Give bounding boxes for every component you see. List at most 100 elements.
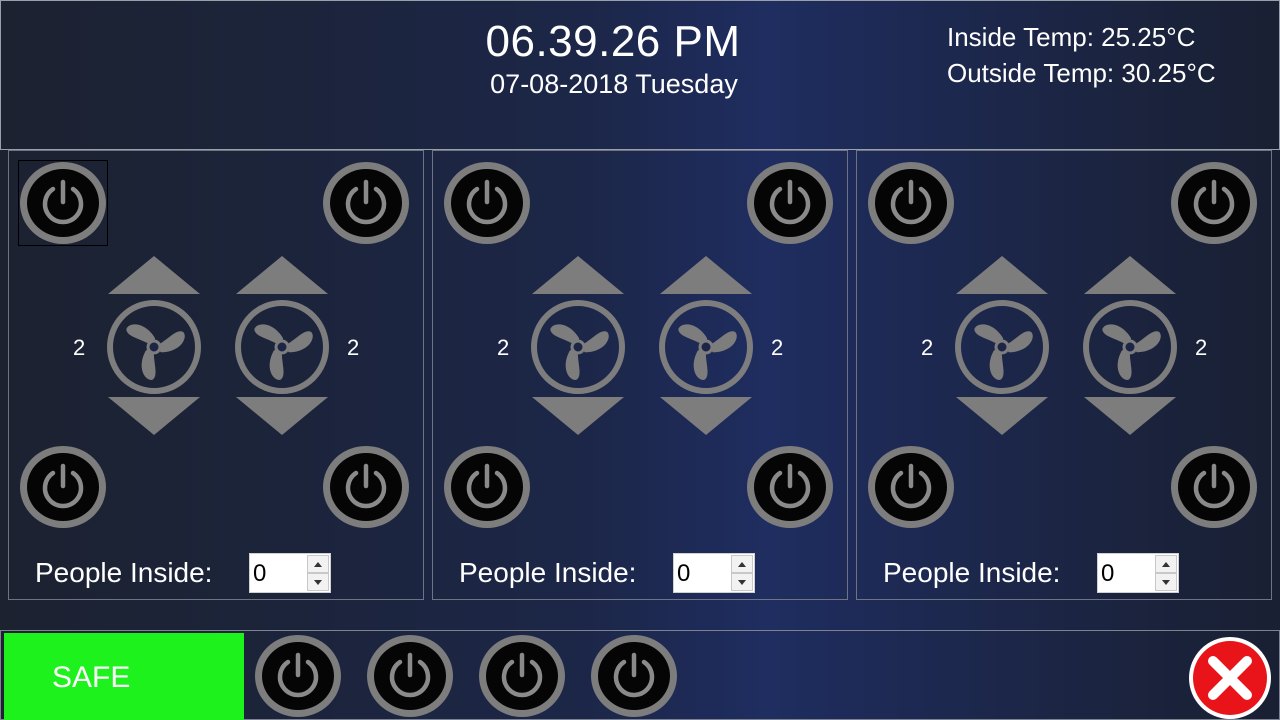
power-button-top-left[interactable] bbox=[18, 160, 108, 246]
power-icon bbox=[255, 635, 341, 717]
power-button-bottom-right[interactable] bbox=[746, 445, 834, 529]
power-icon bbox=[444, 162, 530, 244]
power-icon bbox=[20, 446, 106, 528]
power-button-bottom-left[interactable] bbox=[867, 445, 955, 529]
footer-bar: SAFE bbox=[0, 630, 1280, 720]
fan-left-decrease-button[interactable] bbox=[108, 397, 200, 435]
people-inside-spinbox[interactable]: 0 bbox=[249, 553, 331, 593]
fan-left bbox=[106, 299, 202, 395]
spin-up-button[interactable] bbox=[731, 555, 753, 573]
fan-left bbox=[530, 299, 626, 395]
power-button-bottom-left[interactable] bbox=[443, 445, 531, 529]
power-icon bbox=[479, 635, 565, 717]
power-button-top-left[interactable] bbox=[443, 161, 531, 245]
power-icon bbox=[323, 162, 409, 244]
spin-down-button[interactable] bbox=[1155, 573, 1177, 591]
outside-temp: Outside Temp: 30.25°C bbox=[947, 58, 1216, 88]
fan-right-increase-button[interactable] bbox=[660, 256, 752, 294]
temperature-readout: Inside Temp: 25.25°C Outside Temp: 30.25… bbox=[947, 19, 1216, 91]
footer-power-button-1[interactable] bbox=[254, 634, 342, 718]
power-button-top-right[interactable] bbox=[1170, 161, 1258, 245]
room-panel-3: 2 2 People Inside: 0 bbox=[856, 150, 1272, 600]
power-button-bottom-left[interactable] bbox=[19, 445, 107, 529]
fan-right-decrease-button[interactable] bbox=[660, 397, 752, 435]
triangle-up-icon bbox=[532, 256, 624, 294]
status-label: SAFE bbox=[52, 661, 131, 694]
power-button-top-right[interactable] bbox=[746, 161, 834, 245]
close-button[interactable] bbox=[1187, 635, 1273, 720]
fan-left bbox=[954, 299, 1050, 395]
people-inside-spinbox[interactable]: 0 bbox=[1097, 553, 1179, 593]
people-inside-label: People Inside: bbox=[459, 557, 637, 588]
fan-left-decrease-button[interactable] bbox=[532, 397, 624, 435]
triangle-down-icon bbox=[660, 397, 752, 435]
people-inside-value[interactable]: 0 bbox=[253, 560, 266, 588]
spin-down-button[interactable] bbox=[307, 573, 329, 591]
fan-left-speed: 2 bbox=[921, 335, 934, 360]
fan-right-decrease-button[interactable] bbox=[1084, 397, 1176, 435]
people-inside-value[interactable]: 0 bbox=[677, 560, 690, 588]
inside-temp: Inside Temp: 25.25°C bbox=[947, 22, 1196, 52]
fan-left-speed: 2 bbox=[73, 335, 86, 360]
fan-right-speed: 2 bbox=[771, 335, 784, 360]
spin-up-button[interactable] bbox=[307, 555, 329, 573]
people-inside-label: People Inside: bbox=[883, 557, 1061, 588]
power-icon bbox=[747, 446, 833, 528]
power-icon bbox=[591, 635, 677, 717]
spin-down-button[interactable] bbox=[731, 573, 753, 591]
fan-icon bbox=[659, 300, 753, 394]
safe-status-indicator: SAFE bbox=[4, 633, 244, 720]
triangle-up-icon bbox=[1084, 256, 1176, 294]
power-icon bbox=[868, 162, 954, 244]
fan-right-decrease-button[interactable] bbox=[236, 397, 328, 435]
fan-icon bbox=[235, 300, 329, 394]
spin-buttons bbox=[307, 555, 329, 591]
footer-power-button-3[interactable] bbox=[478, 634, 566, 718]
fan-icon bbox=[107, 300, 201, 394]
footer-power-button-2[interactable] bbox=[366, 634, 454, 718]
power-button-top-left[interactable] bbox=[867, 161, 955, 245]
power-icon bbox=[747, 162, 833, 244]
power-button-top-right[interactable] bbox=[322, 161, 410, 245]
power-icon bbox=[1171, 446, 1257, 528]
spin-buttons bbox=[731, 555, 753, 591]
fan-right-increase-button[interactable] bbox=[1084, 256, 1176, 294]
power-icon bbox=[20, 162, 106, 244]
power-button-bottom-right[interactable] bbox=[1170, 445, 1258, 529]
room-panel-2: 2 2 People Inside: 0 bbox=[432, 150, 848, 600]
triangle-down-icon bbox=[1084, 397, 1176, 435]
triangle-up-icon bbox=[660, 256, 752, 294]
power-icon bbox=[1171, 162, 1257, 244]
fan-right bbox=[234, 299, 330, 395]
power-icon bbox=[444, 446, 530, 528]
triangle-down-icon bbox=[532, 397, 624, 435]
power-button-bottom-right[interactable] bbox=[322, 445, 410, 529]
spin-buttons bbox=[1155, 555, 1177, 591]
fan-left-decrease-button[interactable] bbox=[956, 397, 1048, 435]
people-inside-label: People Inside: bbox=[35, 557, 213, 588]
triangle-down-icon bbox=[108, 397, 200, 435]
fan-icon bbox=[955, 300, 1049, 394]
fan-left-increase-button[interactable] bbox=[956, 256, 1048, 294]
power-icon bbox=[323, 446, 409, 528]
triangle-up-icon bbox=[236, 256, 328, 294]
triangle-down-icon bbox=[236, 397, 328, 435]
fan-right-increase-button[interactable] bbox=[236, 256, 328, 294]
footer-power-button-4[interactable] bbox=[590, 634, 678, 718]
triangle-up-icon bbox=[108, 256, 200, 294]
fan-left-increase-button[interactable] bbox=[108, 256, 200, 294]
fan-right bbox=[658, 299, 754, 395]
close-x-icon bbox=[1189, 637, 1271, 719]
fan-right-speed: 2 bbox=[1195, 335, 1208, 360]
header-bar: 06.39.26 PM 07-08-2018 Tuesday Inside Te… bbox=[0, 0, 1280, 150]
spin-up-button[interactable] bbox=[1155, 555, 1177, 573]
fan-icon bbox=[1083, 300, 1177, 394]
room-panel-1: 2 2 People Inside: 0 bbox=[8, 150, 424, 600]
fan-left-increase-button[interactable] bbox=[532, 256, 624, 294]
people-inside-spinbox[interactable]: 0 bbox=[673, 553, 755, 593]
fan-right-speed: 2 bbox=[347, 335, 360, 360]
people-inside-value[interactable]: 0 bbox=[1101, 560, 1114, 588]
fan-left-speed: 2 bbox=[497, 335, 510, 360]
fan-right bbox=[1082, 299, 1178, 395]
fan-icon bbox=[531, 300, 625, 394]
